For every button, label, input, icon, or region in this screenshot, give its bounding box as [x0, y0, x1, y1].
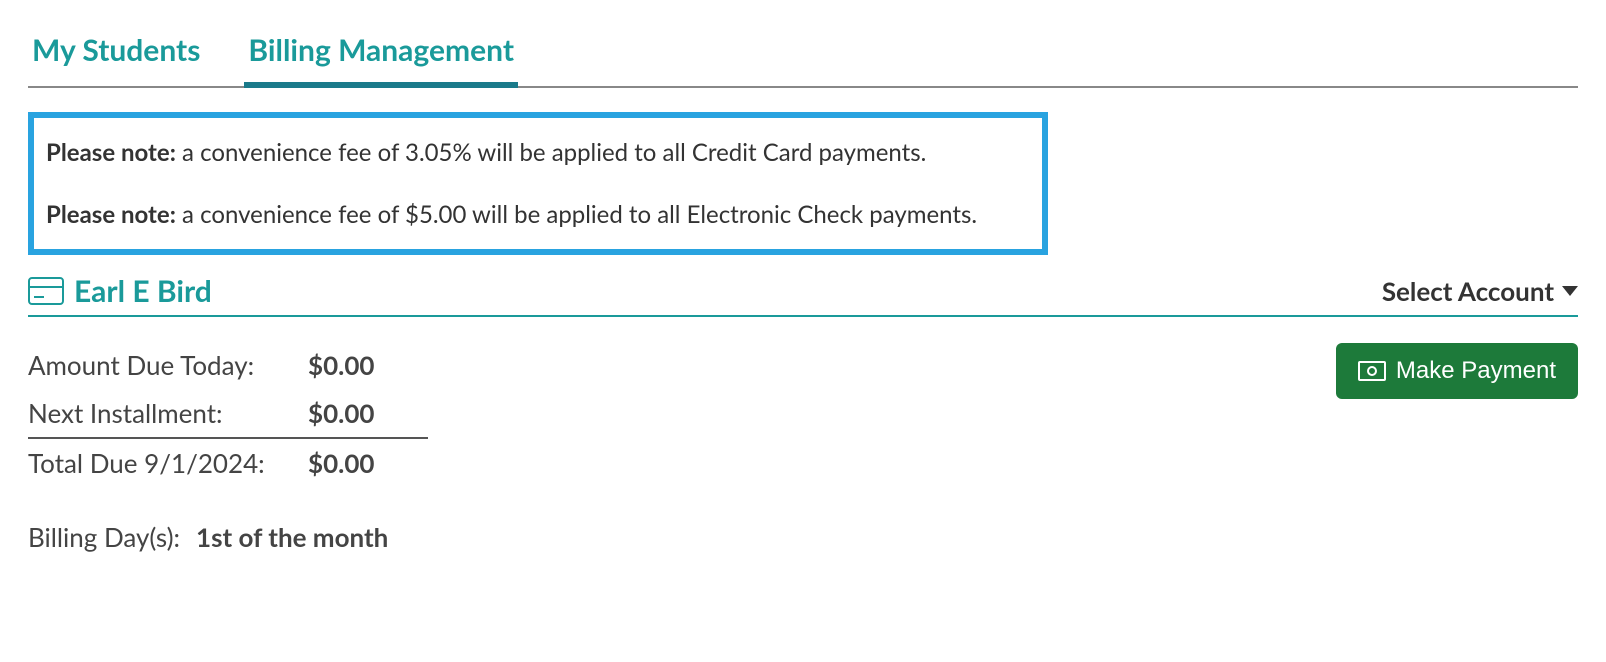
fee-notice-electronic-check: Please note: a convenience fee of $5.00 …: [46, 198, 1030, 232]
caret-down-icon: [1562, 286, 1578, 296]
next-installment-value: $0.00: [308, 397, 375, 429]
summary-table: Amount Due Today: $0.00 Next Installment…: [28, 341, 428, 487]
make-payment-label: Make Payment: [1396, 357, 1556, 385]
tabs-bar: My Students Billing Management: [28, 20, 1578, 88]
billing-days-value: 1st of the month: [196, 521, 388, 553]
tab-my-students[interactable]: My Students: [28, 20, 204, 88]
next-installment-row: Next Installment: $0.00: [28, 389, 428, 439]
content-row: Amount Due Today: $0.00 Next Installment…: [28, 341, 1578, 553]
notice-prefix: Please note:: [46, 138, 176, 167]
notice-prefix: Please note:: [46, 200, 176, 229]
billing-days-label: Billing Day(s):: [28, 521, 180, 553]
select-account-dropdown[interactable]: Select Account: [1382, 275, 1578, 307]
fee-notice-box: Please note: a convenience fee of 3.05% …: [28, 112, 1048, 255]
notice-text: a convenience fee of 3.05% will be appli…: [176, 138, 926, 167]
amount-due-today-value: $0.00: [308, 349, 375, 381]
make-payment-button[interactable]: Make Payment: [1336, 343, 1578, 399]
account-header: Earl E Bird Select Account: [28, 273, 1578, 317]
next-installment-label: Next Installment:: [28, 397, 308, 429]
total-due-value: $0.00: [308, 447, 375, 479]
account-name: Earl E Bird: [74, 273, 212, 309]
select-account-label: Select Account: [1382, 275, 1554, 307]
total-due-label: Total Due 9/1/2024:: [28, 447, 308, 479]
summary-section: Amount Due Today: $0.00 Next Installment…: [28, 341, 428, 553]
tab-billing-management[interactable]: Billing Management: [244, 20, 518, 88]
notice-text: a convenience fee of $5.00 will be appli…: [176, 200, 977, 229]
amount-due-today-label: Amount Due Today:: [28, 349, 308, 381]
amount-due-today-row: Amount Due Today: $0.00: [28, 341, 428, 389]
credit-card-icon: [28, 277, 64, 305]
total-due-row: Total Due 9/1/2024: $0.00: [28, 439, 428, 487]
account-name-wrap: Earl E Bird: [28, 273, 212, 309]
fee-notice-credit-card: Please note: a convenience fee of 3.05% …: [46, 136, 1030, 170]
money-bill-icon: [1358, 361, 1386, 381]
billing-days-row: Billing Day(s): 1st of the month: [28, 521, 428, 553]
